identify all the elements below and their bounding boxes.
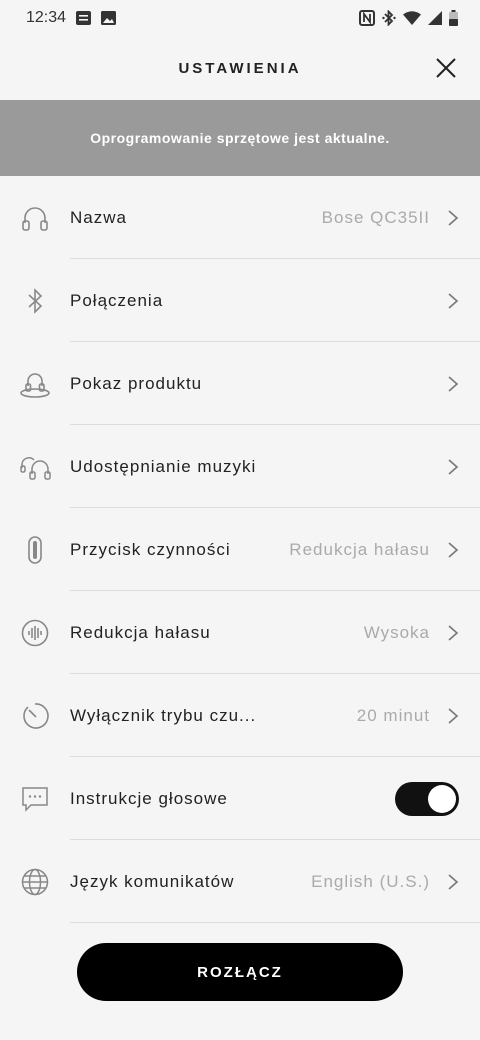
setting-label: Udostępnianie muzyki (70, 456, 257, 476)
setting-label: Wyłącznik trybu czu... (70, 705, 257, 725)
setting-label: Połączenia (70, 290, 164, 310)
cellular-signal-icon (428, 11, 442, 25)
chevron-right-icon (448, 707, 459, 724)
nfc-icon (359, 10, 375, 26)
firmware-status-text: Oprogramowanie sprzętowe jest aktualne. (90, 130, 390, 146)
headphones-icon (18, 201, 52, 235)
bluetooth-status-icon (382, 10, 396, 26)
action-button-icon (18, 533, 52, 567)
chevron-right-icon (448, 292, 459, 309)
setting-value: Bose QC35II (321, 207, 430, 227)
voice-prompts-toggle[interactable] (395, 781, 459, 816)
setting-label: Redukcja hałasu (70, 622, 211, 642)
setting-label: Przycisk czynności (70, 539, 231, 559)
setting-row-language[interactable]: Język komunikatów English (U.S.) (0, 840, 480, 923)
timer-icon (18, 699, 52, 733)
setting-label: Nazwa (70, 207, 127, 227)
setting-value: Wysoka (363, 622, 430, 642)
chevron-right-icon (448, 624, 459, 641)
header: USTAWIENIA (0, 36, 480, 100)
close-button[interactable] (432, 54, 460, 82)
chevron-right-icon (448, 541, 459, 558)
message-notification-icon (76, 11, 92, 25)
setting-row-product-demo[interactable]: Pokaz produktu (0, 342, 480, 425)
globe-icon (18, 865, 52, 899)
setting-value: Redukcja hałasu (289, 539, 430, 559)
chevron-right-icon (448, 209, 459, 226)
close-icon (436, 58, 456, 78)
setting-row-voice-prompts: Instrukcje głosowe (0, 757, 480, 840)
setting-row-name[interactable]: Nazwa Bose QC35II (0, 176, 480, 259)
status-time: 12:34 (26, 9, 67, 26)
battery-icon (449, 10, 458, 26)
chevron-right-icon (448, 873, 459, 890)
setting-row-standby-timer[interactable]: Wyłącznik trybu czu... 20 minut (0, 674, 480, 757)
setting-label: Język komunikatów (70, 871, 235, 891)
voice-prompt-icon (18, 782, 52, 816)
setting-label: Pokaz produktu (70, 373, 203, 393)
toggle-knob (428, 784, 456, 813)
music-share-icon (18, 450, 52, 484)
wifi-icon (403, 11, 421, 25)
firmware-status-banner: Oprogramowanie sprzętowe jest aktualne. (0, 100, 480, 176)
status-bar: 12:34 (0, 0, 480, 36)
disconnect-button[interactable]: ROZŁĄCZ (77, 943, 403, 1001)
bluetooth-icon (18, 284, 52, 318)
setting-row-action-button[interactable]: Przycisk czynności Redukcja hałasu (0, 508, 480, 591)
chevron-right-icon (448, 375, 459, 392)
image-notification-icon (101, 11, 117, 25)
setting-row-music-share[interactable]: Udostępnianie muzyki (0, 425, 480, 508)
settings-list: Nazwa Bose QC35II Połączenia Pokaz produ… (0, 176, 480, 923)
product-demo-icon (18, 367, 52, 401)
setting-row-connections[interactable]: Połączenia (0, 259, 480, 342)
setting-value: 20 minut (356, 705, 430, 725)
page-title: USTAWIENIA (178, 59, 302, 77)
setting-row-noise-cancelling[interactable]: Redukcja hałasu Wysoka (0, 591, 480, 674)
setting-label: Instrukcje głosowe (70, 788, 228, 808)
setting-value: English (U.S.) (311, 871, 430, 891)
noise-cancelling-icon (18, 616, 52, 650)
chevron-right-icon (448, 458, 459, 475)
